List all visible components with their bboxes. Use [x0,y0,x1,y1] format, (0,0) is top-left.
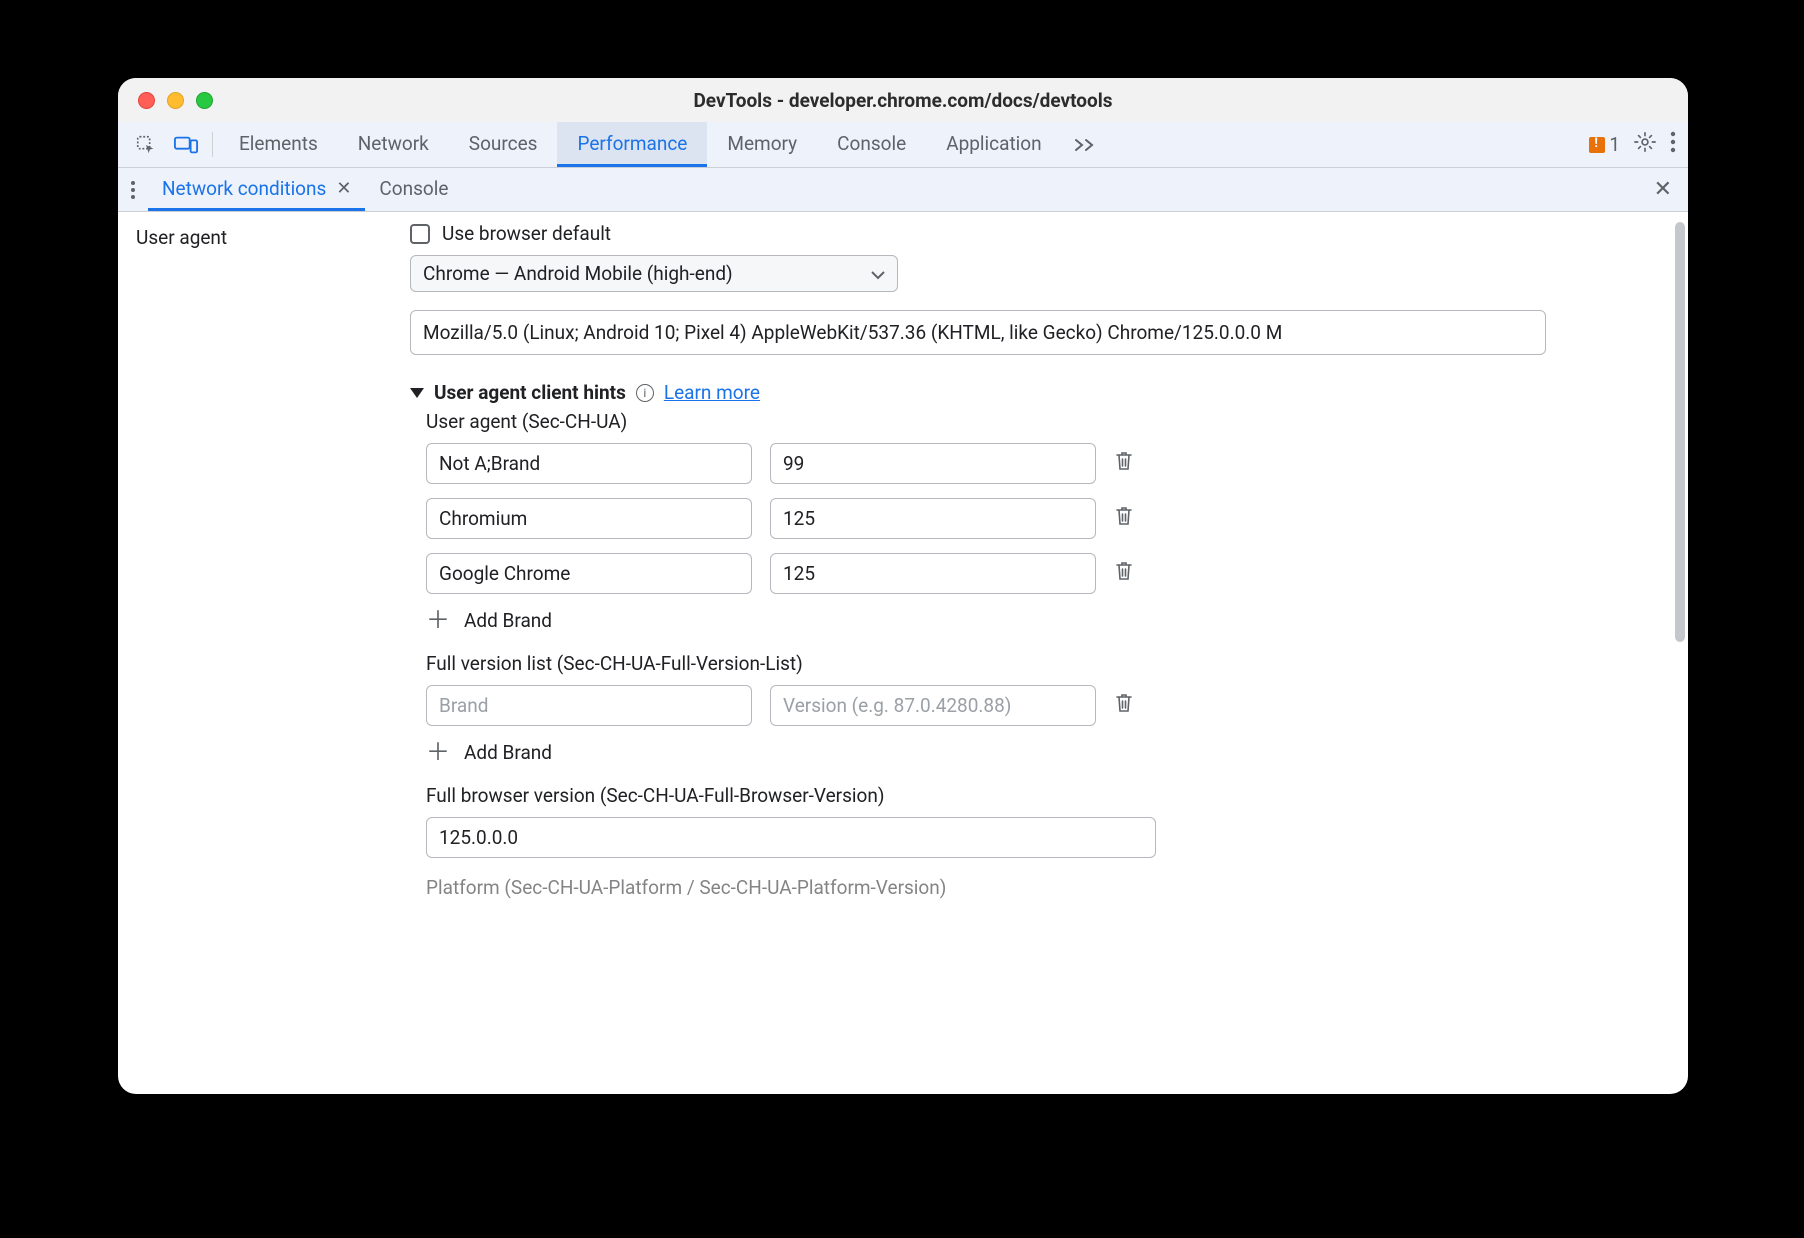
brand-version-input[interactable] [770,553,1096,594]
learn-more-link[interactable]: Learn more [664,381,760,404]
user-agent-settings: Use browser default Chrome — Android Mob… [410,212,1688,1094]
more-tabs-icon[interactable] [1062,122,1110,167]
network-conditions-panel: User agent Use browser default Chrome — … [118,212,1688,1094]
trash-icon[interactable] [1114,505,1134,532]
close-drawer-icon[interactable]: ✕ [1654,177,1688,202]
inspect-element-icon[interactable] [126,122,166,167]
more-menu-icon[interactable] [1670,131,1676,158]
window-title: DevTools - developer.chrome.com/docs/dev… [118,89,1688,112]
add-brand-button[interactable]: ＋ Add Brand [426,740,1662,764]
minimize-window-icon[interactable] [167,92,184,109]
warning-icon [1589,137,1605,153]
chevron-down-icon [410,388,424,398]
tab-performance[interactable]: Performance [557,122,707,167]
drawer-more-icon[interactable] [118,180,148,200]
window-titlebar: DevTools - developer.chrome.com/docs/dev… [118,78,1688,122]
drawer-tab-console[interactable]: Console [365,168,462,211]
user-agent-label: User agent [118,212,410,1094]
brand-version-input[interactable] [770,498,1096,539]
trash-icon[interactable] [1114,450,1134,477]
use-browser-default-label: Use browser default [442,222,611,245]
user-agent-select-value: Chrome — Android Mobile (high-end) [423,262,733,285]
tab-sources[interactable]: Sources [449,122,558,167]
chevron-down-icon [871,262,885,285]
tab-console[interactable]: Console [817,122,926,167]
brand-version-input[interactable] [770,443,1096,484]
full-version-row [426,685,1662,726]
brand-row [426,498,1662,539]
brand-name-input[interactable] [426,443,752,484]
issues-badge[interactable]: 1 [1589,133,1620,156]
add-brand-button[interactable]: ＋ Add Brand [426,608,1662,632]
close-window-icon[interactable] [138,92,155,109]
use-browser-default-checkbox[interactable] [410,224,430,244]
main-tabs: Elements Network Sources Performance Mem… [219,122,1589,167]
tab-network[interactable]: Network [338,122,449,167]
tab-application[interactable]: Application [926,122,1061,167]
devtools-window: DevTools - developer.chrome.com/docs/dev… [118,78,1688,1094]
main-tab-bar: Elements Network Sources Performance Mem… [118,122,1688,168]
brand-row [426,443,1662,484]
full-version-version-input[interactable] [770,685,1096,726]
plus-icon: ＋ [426,740,450,764]
user-agent-string-input[interactable]: Mozilla/5.0 (Linux; Android 10; Pixel 4)… [410,310,1546,355]
drawer-tab-bar: Network conditions ✕ Console ✕ [118,168,1688,212]
traffic-lights [138,92,213,109]
tab-elements[interactable]: Elements [219,122,338,167]
client-hints-section-header[interactable]: User agent client hints i Learn more [410,381,1662,404]
full-version-brand-input[interactable] [426,685,752,726]
close-drawer-tab-icon[interactable]: ✕ [336,178,351,199]
sec-ch-ua-label: User agent (Sec-CH-UA) [426,410,1662,433]
drawer-tab-network-conditions[interactable]: Network conditions ✕ [148,168,365,211]
user-agent-select[interactable]: Chrome — Android Mobile (high-end) [410,255,898,292]
full-browser-version-label: Full browser version (Sec-CH-UA-Full-Bro… [426,784,1662,807]
info-icon[interactable]: i [636,384,654,402]
settings-icon[interactable] [1634,131,1656,158]
brand-row [426,553,1662,594]
plus-icon: ＋ [426,608,450,632]
scrollbar-thumb[interactable] [1675,222,1685,642]
trash-icon[interactable] [1114,560,1134,587]
tab-memory[interactable]: Memory [707,122,817,167]
issues-count: 1 [1609,133,1620,156]
full-version-list-label: Full version list (Sec-CH-UA-Full-Versio… [426,652,1662,675]
device-toolbar-icon[interactable] [166,122,206,167]
brand-name-input[interactable] [426,553,752,594]
toolbar-right: 1 [1589,122,1688,167]
brand-name-input[interactable] [426,498,752,539]
platform-label-cutoff: Platform (Sec-CH-UA-Platform / Sec-CH-UA… [426,876,1662,899]
trash-icon[interactable] [1114,692,1134,719]
zoom-window-icon[interactable] [196,92,213,109]
full-browser-version-input[interactable] [426,817,1156,858]
